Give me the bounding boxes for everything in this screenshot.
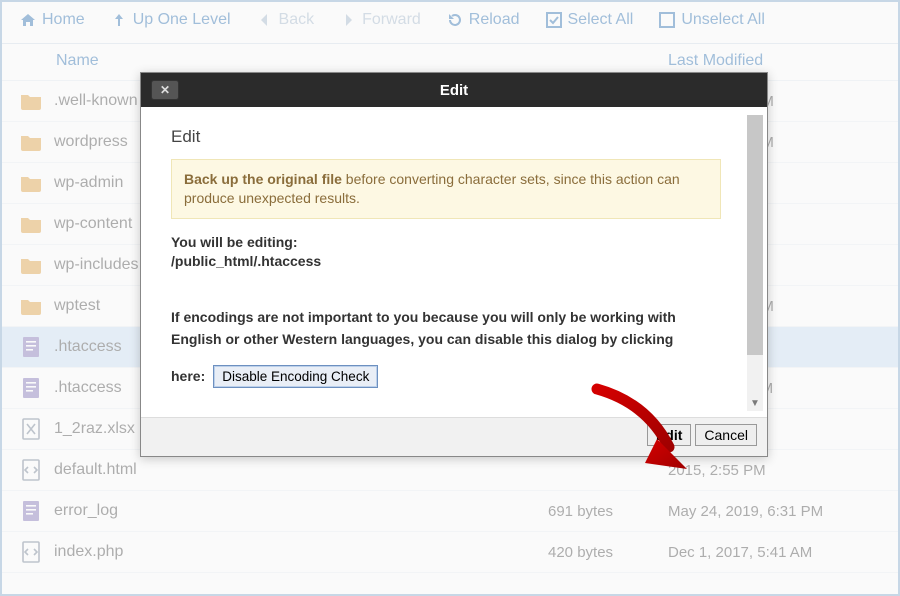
column-modified[interactable]: Last Modified	[668, 52, 898, 70]
arrow-up-icon	[111, 12, 127, 28]
home-icon	[20, 12, 36, 28]
select-all-button[interactable]: Select All	[546, 11, 634, 29]
forward-label: Forward	[362, 11, 421, 29]
doc-icon	[16, 500, 46, 522]
table-row[interactable]: index.php420 bytesDec 1, 2017, 5:41 AM	[2, 532, 898, 573]
table-row[interactable]: error_log691 bytesMay 24, 2019, 6:31 PM	[2, 491, 898, 532]
editing-label: You will be editing:	[171, 233, 721, 253]
home-label: Home	[42, 11, 85, 29]
forward-button: Forward	[340, 11, 421, 29]
scroll-down-icon[interactable]: ▼	[747, 395, 763, 411]
edit-dialog: ✕ Edit Edit Back up the original file be…	[140, 72, 768, 457]
warning-bold: Back up the original file	[184, 171, 342, 187]
unselect-all-button[interactable]: Unselect All	[659, 11, 765, 29]
encoding-message: If encodings are not important to you be…	[171, 306, 721, 351]
file-size: 691 bytes	[548, 503, 668, 520]
sheet-icon	[16, 418, 46, 440]
folder-icon	[16, 133, 46, 151]
file-name: default.html	[54, 461, 548, 479]
back-button: Back	[257, 11, 315, 29]
file-modified: May 24, 2019, 6:31 PM	[668, 503, 898, 520]
dialog-scrollbar[interactable]: ▼	[747, 115, 763, 411]
reload-icon	[447, 12, 463, 28]
file-name: error_log	[54, 502, 548, 520]
doc-icon	[16, 377, 46, 399]
up-one-level-button[interactable]: Up One Level	[111, 11, 231, 29]
toolbar: Home Up One Level Back Forward Reload Se…	[2, 2, 898, 44]
file-size: 420 bytes	[548, 544, 668, 561]
dialog-footer: Edit Cancel	[141, 417, 767, 456]
reload-button[interactable]: Reload	[447, 11, 520, 29]
code-icon	[16, 541, 46, 563]
folder-icon	[16, 297, 46, 315]
up-label: Up One Level	[133, 11, 231, 29]
column-name[interactable]: Name	[56, 52, 668, 70]
close-icon: ✕	[160, 83, 170, 97]
reload-label: Reload	[469, 11, 520, 29]
unselect-all-label: Unselect All	[681, 11, 765, 29]
here-label: here:	[171, 368, 205, 384]
arrow-left-icon	[257, 12, 273, 28]
dialog-body: Edit Back up the original file before co…	[141, 107, 767, 417]
edit-button[interactable]: Edit	[647, 424, 691, 446]
folder-icon	[16, 215, 46, 233]
code-icon	[16, 459, 46, 481]
cancel-button[interactable]: Cancel	[695, 424, 757, 446]
editing-info: You will be editing: /public_html/.htacc…	[171, 233, 721, 272]
file-name: index.php	[54, 543, 548, 561]
select-all-label: Select All	[568, 11, 634, 29]
home-button[interactable]: Home	[20, 11, 85, 29]
close-button[interactable]: ✕	[151, 80, 179, 100]
folder-icon	[16, 174, 46, 192]
check-square-icon	[546, 12, 562, 28]
editing-path: /public_html/.htaccess	[171, 252, 721, 272]
doc-icon	[16, 336, 46, 358]
warning-box: Back up the original file before convert…	[171, 159, 721, 219]
folder-icon	[16, 256, 46, 274]
back-label: Back	[279, 11, 315, 29]
scrollbar-thumb[interactable]	[747, 115, 763, 355]
dialog-title: Edit	[440, 82, 468, 99]
dialog-heading: Edit	[171, 127, 721, 147]
folder-icon	[16, 92, 46, 110]
file-modified: Dec 1, 2017, 5:41 AM	[668, 544, 898, 561]
arrow-right-icon	[340, 12, 356, 28]
empty-square-icon	[659, 12, 675, 28]
file-modified: 2015, 2:55 PM	[668, 462, 898, 479]
dialog-titlebar: ✕ Edit	[141, 73, 767, 107]
disable-encoding-check-button[interactable]: Disable Encoding Check	[213, 365, 378, 388]
